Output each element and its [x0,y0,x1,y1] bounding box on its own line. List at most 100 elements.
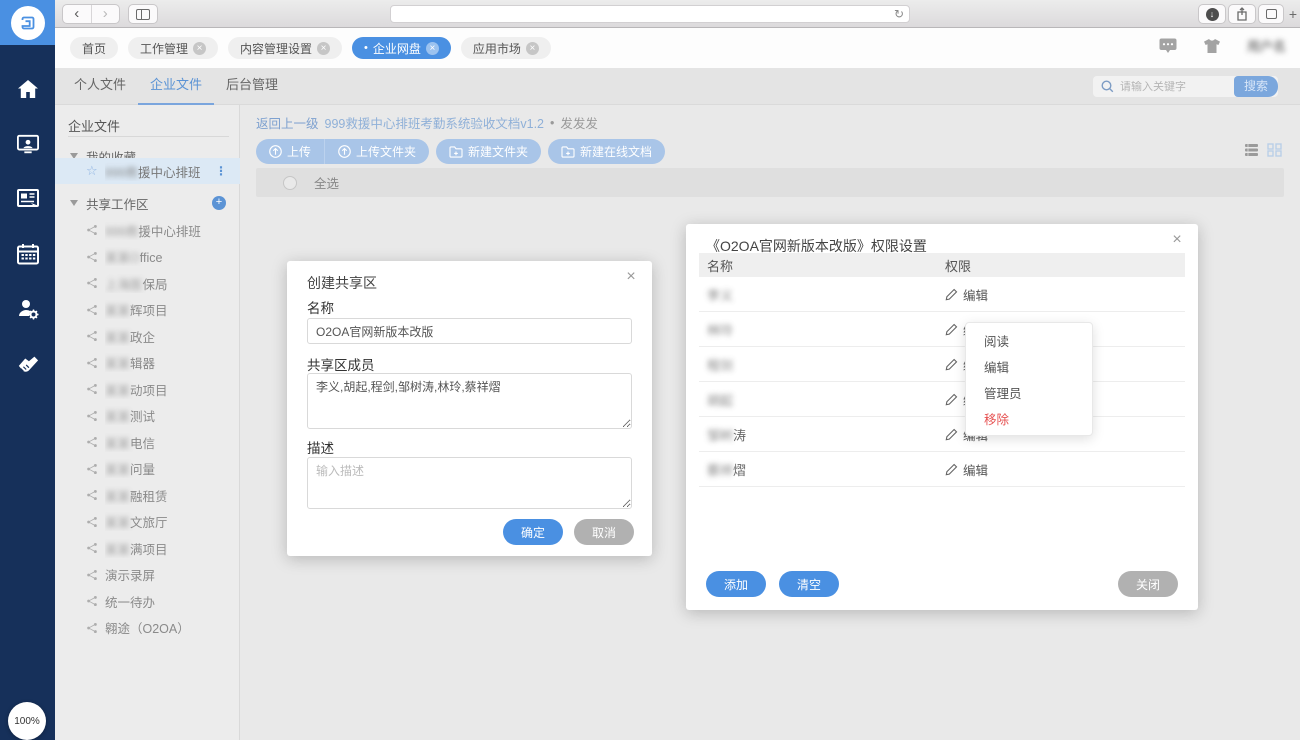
app-tab[interactable]: • 首页 × [70,37,118,59]
app-tab[interactable]: • 工作管理 × [128,37,218,59]
favorite-tree-item[interactable]: ☆ 999救援中心排班 ⋮ [55,158,240,184]
shared-tree-item[interactable]: 翱途（O2OA） [55,615,240,642]
news-icon[interactable] [17,188,39,210]
create-shared-area-dialog: 创建共享区 × 名称 共享区成员 李义,胡起,程剑,邹树涛,林玲,蔡祥熠 描述 … [287,261,652,556]
more-options-icon[interactable]: ⋮ [215,164,227,178]
close-button[interactable]: 关闭 [1118,571,1178,597]
new-doc-icon [561,146,575,158]
history-nav-group: ‹ › [62,4,120,24]
share-node-icon [86,251,98,263]
upload-folder-button[interactable]: 上传文件夹 [324,139,429,164]
shared-tree-item[interactable]: 统一待办 [55,588,240,615]
search-input[interactable] [1120,81,1234,93]
shared-item-label: 翱途（O2OA） [105,618,190,637]
pencil-icon [945,358,958,371]
file-nav-tab[interactable]: 后台管理 [214,68,290,105]
tab-close-icon[interactable]: × [526,42,539,55]
shared-tree-item[interactable]: 上海医保局 [55,270,240,297]
shared-tree-item[interactable]: 某某辑器 [55,350,240,377]
close-icon[interactable]: × [1168,231,1186,249]
tab-close-icon[interactable]: × [317,42,330,55]
file-nav-tab[interactable]: 企业文件 [138,68,214,105]
share-node-icon [86,357,98,369]
upload-folder-icon [338,145,351,158]
column-permission-header: 权限 [945,256,971,275]
shared-tree-item[interactable]: 某某电信 [55,429,240,456]
permission-table-row: 李义 编辑 [699,277,1185,312]
permission-menu-item[interactable]: 管理员 [966,381,1092,407]
pencil-icon [945,288,958,301]
shared-tree-item[interactable]: 某某Office [55,244,240,271]
reload-icon[interactable]: ↻ [894,7,904,21]
member-name: 胡起 [707,390,733,409]
new-tab-button[interactable]: + [1286,4,1300,24]
dialog-title: 创建共享区 [307,273,377,293]
member-name: 李义 [707,285,733,304]
user-settings-icon[interactable] [17,298,39,320]
upload-button[interactable]: 上传 [256,139,324,164]
shared-tree-item[interactable]: 某某满项目 [55,535,240,562]
shared-tree-item[interactable]: 某某融租赁 [55,482,240,509]
calendar-icon[interactable] [17,243,39,265]
share-icon [1236,7,1248,21]
search-button[interactable]: 搜索 [1234,76,1278,97]
back-button[interactable]: ‹ [63,5,91,23]
permission-menu-item[interactable]: 阅读 [966,329,1092,355]
downloads-button[interactable]: ↓ [1198,4,1226,24]
close-icon[interactable]: × [622,268,640,286]
list-view-icon[interactable] [1244,143,1259,157]
new-folder-button[interactable]: 新建文件夹 [436,139,541,164]
permission-menu-item[interactable]: 移除 [966,407,1092,433]
file-section-nav: 个人文件企业文件后台管理 搜索 [55,68,1300,105]
shared-tree-item[interactable]: 演示录屏 [55,562,240,589]
add-shared-area-icon[interactable]: + [212,196,226,210]
theme-shirt-icon[interactable] [1203,38,1221,54]
name-input[interactable] [307,318,632,344]
contacts-icon[interactable] [17,133,39,155]
app-tab[interactable]: • 应用市场 × [461,37,551,59]
members-textarea[interactable]: 李义,胡起,程剑,邹树涛,林玲,蔡祥熠 [307,373,632,429]
handshake-icon[interactable] [17,353,39,375]
shared-tree-item[interactable]: 某某政企 [55,323,240,350]
shared-tree-item[interactable]: 某某动项目 [55,376,240,403]
permission-edit-link[interactable]: 编辑 [945,285,988,304]
add-button[interactable]: 添加 [706,571,766,597]
app-tab[interactable]: • 企业网盘 × [352,37,451,59]
tree-title: 企业文件 [68,116,120,135]
shared-tree-item[interactable]: 某某文旅厅 [55,509,240,536]
shared-tree-item[interactable]: 某某辉项目 [55,297,240,324]
share-button[interactable] [1228,4,1256,24]
app-tab[interactable]: • 内容管理设置 × [228,37,342,59]
active-dot: • [364,42,368,54]
app-logo-block[interactable] [0,0,55,45]
shared-tree-item[interactable]: 某某测试 [55,403,240,430]
home-icon[interactable] [17,78,39,100]
address-bar[interactable]: ↻ [390,5,910,23]
share-node-icon [86,516,98,528]
tab-close-icon[interactable]: × [426,42,439,55]
clear-button[interactable]: 清空 [779,571,839,597]
star-icon: ☆ [86,163,98,179]
select-all-label: 全选 [314,173,339,192]
permission-menu-item[interactable]: 编辑 [966,355,1092,381]
confirm-button[interactable]: 确定 [503,519,563,545]
breadcrumb-path: 999救援中心排班考勤系统验收文档v1.2 [325,113,544,132]
forward-button[interactable]: › [91,5,120,23]
cancel-button[interactable]: 取消 [574,519,634,545]
tab-close-icon[interactable]: × [193,42,206,55]
user-name[interactable]: 用户名 [1247,36,1286,55]
new-online-doc-button[interactable]: 新建在线文档 [548,139,665,164]
sidebar-toggle-button[interactable] [128,4,158,24]
message-icon[interactable] [1159,38,1177,53]
grid-view-icon[interactable] [1267,143,1282,157]
file-nav-tab[interactable]: 个人文件 [62,68,138,105]
zoom-level-badge[interactable]: 100% [8,702,46,740]
back-to-parent-link[interactable]: 返回上一级 [256,113,319,132]
shared-tree-item[interactable]: 某某问量 [55,456,240,483]
shared-tree-item[interactable]: 999救援中心排班 [55,217,240,244]
select-all-checkbox[interactable] [283,176,297,190]
shared-section-header[interactable]: 共享工作区 + [55,191,240,215]
permission-edit-link[interactable]: 编辑 [945,460,988,479]
description-textarea[interactable] [307,457,632,509]
tab-overview-button[interactable] [1258,4,1284,24]
